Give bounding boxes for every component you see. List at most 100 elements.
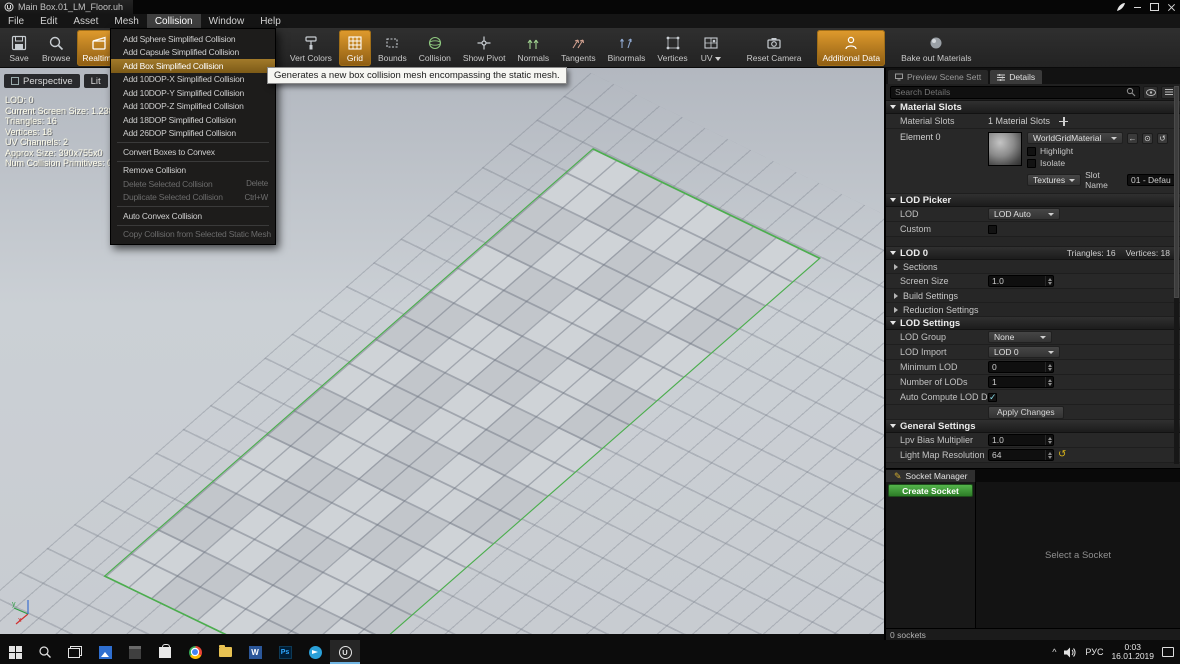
create-socket-button[interactable]: Create Socket <box>888 484 973 497</box>
textures-dropdown[interactable]: Textures <box>1027 174 1081 186</box>
screen-size-field[interactable] <box>988 275 1054 287</box>
camera-mode-dropdown[interactable]: Perspective <box>4 74 80 88</box>
browse-asset-button[interactable]: ⊙ <box>1142 133 1153 144</box>
section-lod-picker[interactable]: LOD Picker <box>886 194 1180 207</box>
start-button[interactable] <box>0 640 30 664</box>
spinner-icon[interactable] <box>1045 362 1053 372</box>
search-input[interactable] <box>891 87 1126 98</box>
menu-item-convert-boxes-to-convex[interactable]: Convert Boxes to Convex <box>111 145 275 159</box>
menu-item-add-18dop-collision[interactable]: Add 18DOP Simplified Collision <box>111 113 275 127</box>
highlight-checkbox[interactable] <box>1027 147 1036 156</box>
material-dropdown[interactable]: WorldGridMaterial <box>1027 132 1123 144</box>
tab-preview-scene-settings[interactable]: Preview Scene Sett <box>888 70 988 84</box>
show-pivot-toggle[interactable]: Show Pivot <box>458 30 511 66</box>
socket-manager-tab[interactable]: Socket Manager <box>886 470 975 482</box>
socket-list[interactable]: Create Socket <box>886 482 976 628</box>
reset-material-button[interactable]: ↺ <box>1157 133 1168 144</box>
lod-picker-expander[interactable] <box>886 237 1180 247</box>
minimize-button[interactable] <box>1129 0 1146 14</box>
section-material-slots[interactable]: Material Slots <box>886 101 1180 114</box>
menu-collision[interactable]: Collision <box>147 14 201 28</box>
close-button[interactable] <box>1163 0 1180 14</box>
menu-item-remove-collision[interactable]: Remove Collision <box>111 164 275 178</box>
spinner-icon[interactable] <box>1045 450 1053 460</box>
action-center-icon[interactable] <box>1162 647 1174 657</box>
section-general-settings[interactable]: General Settings <box>886 420 1180 433</box>
isolate-checkbox[interactable] <box>1027 159 1036 168</box>
menu-item-add-sphere-collision[interactable]: Add Sphere Simplified Collision <box>111 32 275 46</box>
taskbar-calculator-button[interactable] <box>120 640 150 664</box>
taskbar-search-button[interactable] <box>30 640 60 664</box>
details-scrollbar[interactable] <box>1174 86 1179 464</box>
menu-item-auto-convex-collision[interactable]: Auto Convex Collision <box>111 209 275 223</box>
menu-item-add-box-collision[interactable]: Add Box Simplified Collision <box>111 59 275 73</box>
additional-data-toggle[interactable]: Additional Data <box>817 30 885 66</box>
menu-edit[interactable]: Edit <box>32 14 65 28</box>
view-options-button[interactable] <box>1143 86 1158 99</box>
spinner-icon[interactable] <box>1045 276 1053 286</box>
speaker-icon[interactable] <box>1064 647 1077 658</box>
grid-toggle[interactable]: Grid <box>339 30 371 66</box>
apply-changes-button[interactable]: Apply Changes <box>988 406 1064 419</box>
minimum-lod-field[interactable] <box>988 361 1054 373</box>
reset-camera-button[interactable]: Reset Camera <box>742 30 807 66</box>
language-indicator[interactable]: РУС <box>1085 647 1103 657</box>
vert-colors-button[interactable]: Vert Colors <box>285 30 337 66</box>
section-lod0[interactable]: LOD 0 Triangles: 16 Vertices: 18 <box>886 247 1180 260</box>
save-button[interactable]: Save <box>3 30 35 66</box>
view-mode-dropdown[interactable]: Lit <box>84 74 108 88</box>
menu-file[interactable]: File <box>0 14 32 28</box>
taskbar-unreal-button[interactable] <box>330 640 360 664</box>
sections-expand-row[interactable]: Sections <box>886 260 1180 274</box>
reset-to-default-icon[interactable]: ↺ <box>1058 450 1066 460</box>
bounds-toggle[interactable]: Bounds <box>373 30 412 66</box>
menu-item-add-capsule-collision[interactable]: Add Capsule Simplified Collision <box>111 46 275 60</box>
lod-import-dropdown[interactable]: LOD 0 <box>988 346 1060 358</box>
menu-mesh[interactable]: Mesh <box>106 14 146 28</box>
section-lod-settings[interactable]: LOD Settings <box>886 317 1180 330</box>
add-material-slot-button[interactable] <box>1058 116 1069 127</box>
number-of-lods-field[interactable] <box>988 376 1054 388</box>
window-title-tab[interactable]: Main Box.01_LM_Floor.uh <box>0 0 133 14</box>
slot-name-field[interactable] <box>1127 174 1175 186</box>
spinner-icon[interactable] <box>1045 377 1053 387</box>
tangents-toggle[interactable]: Tangents <box>556 30 601 66</box>
taskbar-telegram-button[interactable] <box>300 640 330 664</box>
vertices-toggle[interactable]: Vertices <box>652 30 692 66</box>
taskbar-photoshop-button[interactable] <box>270 640 300 664</box>
lod-group-dropdown[interactable]: None <box>988 331 1052 343</box>
browse-button[interactable]: Browse <box>37 30 75 66</box>
taskbar-word-button[interactable] <box>240 640 270 664</box>
taskbar-chrome-button[interactable] <box>180 640 210 664</box>
reduction-settings-expand-row[interactable]: Reduction Settings <box>886 303 1180 317</box>
tab-details[interactable]: Details <box>990 70 1042 84</box>
menu-item-add-10dopz-collision[interactable]: Add 10DOP-Z Simplified Collision <box>111 100 275 114</box>
taskbar-clock[interactable]: 0:03 16.01.2019 <box>1111 643 1154 662</box>
custom-checkbox[interactable] <box>988 225 997 234</box>
auto-compute-lod-checkbox[interactable] <box>988 393 997 402</box>
menu-item-add-10dopy-collision[interactable]: Add 10DOP-Y Simplified Collision <box>111 86 275 100</box>
use-selected-asset-button[interactable]: ← <box>1127 133 1138 144</box>
menu-item-add-10dopx-collision[interactable]: Add 10DOP-X Simplified Collision <box>111 73 275 87</box>
uv-toggle[interactable]: UV <box>695 30 727 66</box>
menu-asset[interactable]: Asset <box>65 14 106 28</box>
bake-out-materials-button[interactable]: Bake out Materials <box>896 30 976 66</box>
menu-item-add-26dop-collision[interactable]: Add 26DOP Simplified Collision <box>111 127 275 141</box>
lod-dropdown[interactable]: LOD Auto <box>988 208 1060 220</box>
material-thumbnail[interactable] <box>988 132 1022 166</box>
menu-window[interactable]: Window <box>201 14 253 28</box>
taskbar-file-explorer-button[interactable] <box>210 640 240 664</box>
task-view-button[interactable] <box>60 640 90 664</box>
hidden-icons-chevron[interactable]: ^ <box>1052 647 1056 657</box>
taskbar-store-button[interactable] <box>150 640 180 664</box>
maximize-button[interactable] <box>1146 0 1163 14</box>
scrollbar-thumb[interactable] <box>1174 86 1179 298</box>
collision-toggle[interactable]: Collision <box>414 30 456 66</box>
taskbar-photos-button[interactable] <box>90 640 120 664</box>
menu-help[interactable]: Help <box>252 14 289 28</box>
normals-toggle[interactable]: Normals <box>512 30 554 66</box>
build-settings-expand-row[interactable]: Build Settings <box>886 289 1180 303</box>
spinner-icon[interactable] <box>1045 435 1053 445</box>
lpv-bias-field[interactable] <box>988 434 1054 446</box>
lightmap-resolution-field[interactable] <box>988 449 1054 461</box>
